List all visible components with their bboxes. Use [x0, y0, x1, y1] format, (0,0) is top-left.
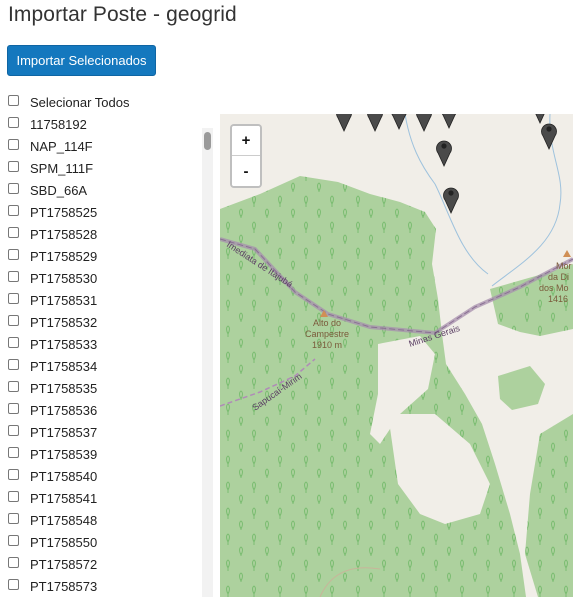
- item-checkbox[interactable]: [8, 424, 19, 436]
- list-item[interactable]: PT1758525: [7, 201, 199, 223]
- item-checkbox[interactable]: [8, 336, 19, 348]
- list-item[interactable]: PT1758536: [7, 399, 199, 421]
- select-all-checkbox[interactable]: [8, 94, 19, 106]
- select-all-row[interactable]: Selecionar Todos: [7, 91, 199, 113]
- item-checkbox[interactable]: [8, 446, 19, 458]
- item-label: PT1758541: [30, 490, 98, 506]
- map-marker-icon[interactable]: [366, 114, 384, 132]
- item-label: PT1758550: [30, 534, 98, 550]
- item-checkbox[interactable]: [8, 358, 19, 370]
- import-selected-button[interactable]: Importar Selecionados: [7, 45, 156, 76]
- item-label: 11758192: [30, 116, 87, 132]
- item-checkbox[interactable]: [8, 182, 19, 194]
- item-checkbox[interactable]: [8, 468, 19, 480]
- item-label: PT1758548: [30, 512, 98, 528]
- item-checkbox[interactable]: [8, 578, 19, 590]
- list-item[interactable]: PT1758533: [7, 333, 199, 355]
- list-item[interactable]: PT1758539: [7, 443, 199, 465]
- map-marker-icon[interactable]: [442, 184, 460, 214]
- list-item[interactable]: PT1758548: [7, 509, 199, 531]
- list-item[interactable]: SPM_111F: [7, 157, 199, 179]
- item-label: PT1758540: [30, 468, 98, 484]
- item-checkbox[interactable]: [8, 204, 19, 216]
- zoom-control: + -: [230, 124, 262, 188]
- item-label: SBD_66A: [30, 182, 88, 198]
- peak2-label-2: da Di: [548, 272, 569, 282]
- item-checkbox[interactable]: [8, 490, 19, 502]
- poste-list: Selecionar Todos 11758192 NAP_114F SPM_111…: [7, 91, 199, 597]
- page-title: Importar Poste - geogrid: [8, 3, 237, 26]
- list-item[interactable]: 11758192: [7, 113, 199, 135]
- peak-label-line2: Campestre: [305, 329, 349, 339]
- item-label: PT1758529: [30, 248, 98, 264]
- list-item[interactable]: PT1758528: [7, 223, 199, 245]
- item-label: PT1758528: [30, 226, 98, 242]
- item-checkbox[interactable]: [8, 226, 19, 238]
- item-label: PT1758530: [30, 270, 98, 286]
- item-label: PT1758525: [30, 204, 98, 220]
- list-item[interactable]: PT1758529: [7, 245, 199, 267]
- item-checkbox[interactable]: [8, 116, 19, 128]
- item-label: PT1758536: [30, 402, 98, 418]
- list-scrollbar[interactable]: [202, 128, 213, 597]
- zoom-in-button[interactable]: +: [232, 126, 260, 156]
- item-checkbox[interactable]: [8, 402, 19, 414]
- list-item[interactable]: PT1758573: [7, 575, 199, 597]
- item-checkbox[interactable]: [8, 292, 19, 304]
- map-marker-icon[interactable]: [435, 137, 453, 167]
- item-checkbox[interactable]: [8, 512, 19, 524]
- item-checkbox[interactable]: [8, 380, 19, 392]
- item-checkbox[interactable]: [8, 270, 19, 282]
- item-checkbox[interactable]: [8, 138, 19, 150]
- list-item[interactable]: PT1758535: [7, 377, 199, 399]
- list-item[interactable]: SBD_66A: [7, 179, 199, 201]
- map-view[interactable]: Imediata de Itajubá Alto do Campestre 19…: [220, 114, 573, 597]
- map-marker-icon[interactable]: [415, 114, 433, 132]
- item-label: NAP_114F: [30, 138, 93, 154]
- peak2-label-4: 1416: [548, 294, 568, 304]
- item-checkbox[interactable]: [8, 314, 19, 326]
- item-label: PT1758539: [30, 446, 98, 462]
- peak-label-line1: Alto do: [313, 318, 341, 328]
- peak2-label-1: Mor: [556, 261, 572, 271]
- item-label: PT1758537: [30, 424, 98, 440]
- item-label: PT1758533: [30, 336, 98, 352]
- list-item[interactable]: PT1758531: [7, 289, 199, 311]
- list-item[interactable]: PT1758540: [7, 465, 199, 487]
- item-label: PT1758534: [30, 358, 98, 374]
- map-marker-icon[interactable]: [440, 114, 458, 129]
- scrollbar-thumb[interactable]: [204, 132, 211, 150]
- item-checkbox[interactable]: [8, 534, 19, 546]
- list-item[interactable]: PT1758532: [7, 311, 199, 333]
- item-checkbox[interactable]: [8, 556, 19, 568]
- list-item[interactable]: PT1758534: [7, 355, 199, 377]
- item-label: PT1758532: [30, 314, 98, 330]
- map-marker-icon[interactable]: [390, 114, 408, 130]
- peak-elevation: 1910 m: [312, 340, 342, 350]
- map-marker-icon[interactable]: [540, 120, 558, 150]
- list-item[interactable]: PT1758541: [7, 487, 199, 509]
- peak2-label-3: dos Mo: [539, 283, 569, 293]
- item-label: SPM_111F: [30, 160, 94, 176]
- item-checkbox[interactable]: [8, 160, 19, 172]
- list-item[interactable]: PT1758537: [7, 421, 199, 443]
- item-label: PT1758531: [30, 292, 98, 308]
- select-all-label: Selecionar Todos: [30, 94, 130, 110]
- item-label: PT1758573: [30, 578, 98, 594]
- list-item[interactable]: PT1758550: [7, 531, 199, 553]
- map-tiles: Imediata de Itajubá Alto do Campestre 19…: [220, 114, 573, 597]
- list-item[interactable]: PT1758572: [7, 553, 199, 575]
- list-item[interactable]: NAP_114F: [7, 135, 199, 157]
- map-marker-icon[interactable]: [335, 114, 353, 132]
- item-label: PT1758572: [30, 556, 98, 572]
- zoom-out-button[interactable]: -: [232, 156, 260, 186]
- item-checkbox[interactable]: [8, 248, 19, 260]
- item-label: PT1758535: [30, 380, 98, 396]
- list-item[interactable]: PT1758530: [7, 267, 199, 289]
